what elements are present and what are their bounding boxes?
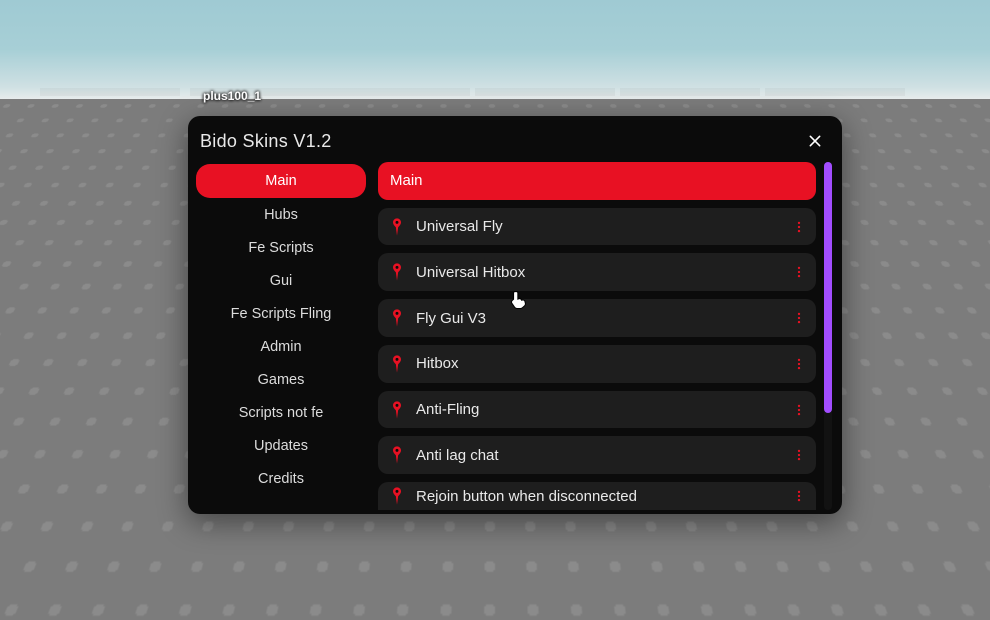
script-list: Main Universal Fly Universal Hitbox	[378, 162, 818, 510]
window-title: Bido Skins V1.2	[200, 131, 332, 152]
pin-icon	[388, 486, 406, 506]
pin-icon	[388, 400, 406, 420]
kebab-icon	[792, 446, 806, 464]
sidebar-item-credits[interactable]: Credits	[196, 462, 366, 495]
sidebar-item-updates[interactable]: Updates	[196, 429, 366, 462]
list-item[interactable]: Universal Fly	[378, 208, 816, 246]
pin-icon	[388, 217, 406, 237]
list-item-label: Anti-Fling	[416, 401, 780, 418]
sidebar-item-label: Gui	[270, 273, 293, 289]
list-section-title: Main	[390, 172, 423, 189]
kebab-icon	[792, 355, 806, 373]
scrollbar-thumb[interactable]	[824, 162, 832, 413]
sidebar-item-main[interactable]: Main	[196, 164, 366, 198]
more-button[interactable]	[790, 263, 808, 281]
list-item[interactable]: Rejoin button when disconnected	[378, 482, 816, 510]
close-button[interactable]	[802, 128, 828, 154]
more-button[interactable]	[790, 309, 808, 327]
list-item-label: Hitbox	[416, 355, 780, 372]
sidebar-item-label: Fe Scripts	[248, 240, 313, 256]
list-item-label: Universal Fly	[416, 218, 780, 235]
pin-icon	[388, 262, 406, 282]
list-item[interactable]: Universal Hitbox	[378, 253, 816, 291]
list-item[interactable]: Hitbox	[378, 345, 816, 383]
sidebar-item-games[interactable]: Games	[196, 363, 366, 396]
kebab-icon	[792, 309, 806, 327]
sidebar: Main Hubs Fe Scripts Gui Fe Scripts Flin…	[196, 162, 366, 510]
content-pane: Main Universal Fly Universal Hitbox	[378, 162, 832, 510]
pin-icon	[388, 354, 406, 374]
sidebar-item-label: Updates	[254, 438, 308, 454]
kebab-icon	[792, 487, 806, 505]
more-button[interactable]	[790, 401, 808, 419]
list-item[interactable]: Anti lag chat	[378, 436, 816, 474]
sidebar-item-label: Scripts not fe	[239, 405, 324, 421]
sidebar-item-fe-scripts[interactable]: Fe Scripts	[196, 231, 366, 264]
more-button[interactable]	[790, 487, 808, 505]
kebab-icon	[792, 401, 806, 419]
window-titlebar[interactable]: Bido Skins V1.2	[196, 124, 832, 162]
list-item-label: Universal Hitbox	[416, 264, 780, 281]
sidebar-item-scripts-not-fe[interactable]: Scripts not fe	[196, 396, 366, 429]
sidebar-item-gui[interactable]: Gui	[196, 264, 366, 297]
sidebar-item-label: Games	[258, 372, 305, 388]
list-item-label: Fly Gui V3	[416, 310, 780, 327]
pin-icon	[388, 445, 406, 465]
list-item[interactable]: Fly Gui V3	[378, 299, 816, 337]
sidebar-item-label: Main	[265, 173, 296, 189]
script-hub-window[interactable]: Bido Skins V1.2 Main Hubs Fe Scripts Gui…	[188, 116, 842, 514]
sidebar-item-label: Hubs	[264, 207, 298, 223]
kebab-icon	[792, 218, 806, 236]
scene-root: plus100_1 Bido Skins V1.2 Main Hubs Fe S…	[0, 0, 990, 620]
kebab-icon	[792, 263, 806, 281]
list-item-label: Anti lag chat	[416, 447, 780, 464]
list-section-header: Main	[378, 162, 816, 200]
sidebar-item-fe-fling[interactable]: Fe Scripts Fling	[196, 297, 366, 330]
list-item[interactable]: Anti-Fling	[378, 391, 816, 429]
sidebar-item-hubs[interactable]: Hubs	[196, 198, 366, 231]
sidebar-item-admin[interactable]: Admin	[196, 330, 366, 363]
window-body: Main Hubs Fe Scripts Gui Fe Scripts Flin…	[196, 162, 832, 510]
pin-icon	[388, 308, 406, 328]
scrollbar[interactable]	[824, 162, 832, 510]
list-item-label: Rejoin button when disconnected	[416, 488, 780, 505]
sidebar-item-label: Fe Scripts Fling	[231, 306, 332, 322]
close-icon	[807, 133, 823, 149]
more-button[interactable]	[790, 218, 808, 236]
sidebar-item-label: Admin	[260, 339, 301, 355]
more-button[interactable]	[790, 446, 808, 464]
sidebar-item-label: Credits	[258, 471, 304, 487]
more-button[interactable]	[790, 355, 808, 373]
